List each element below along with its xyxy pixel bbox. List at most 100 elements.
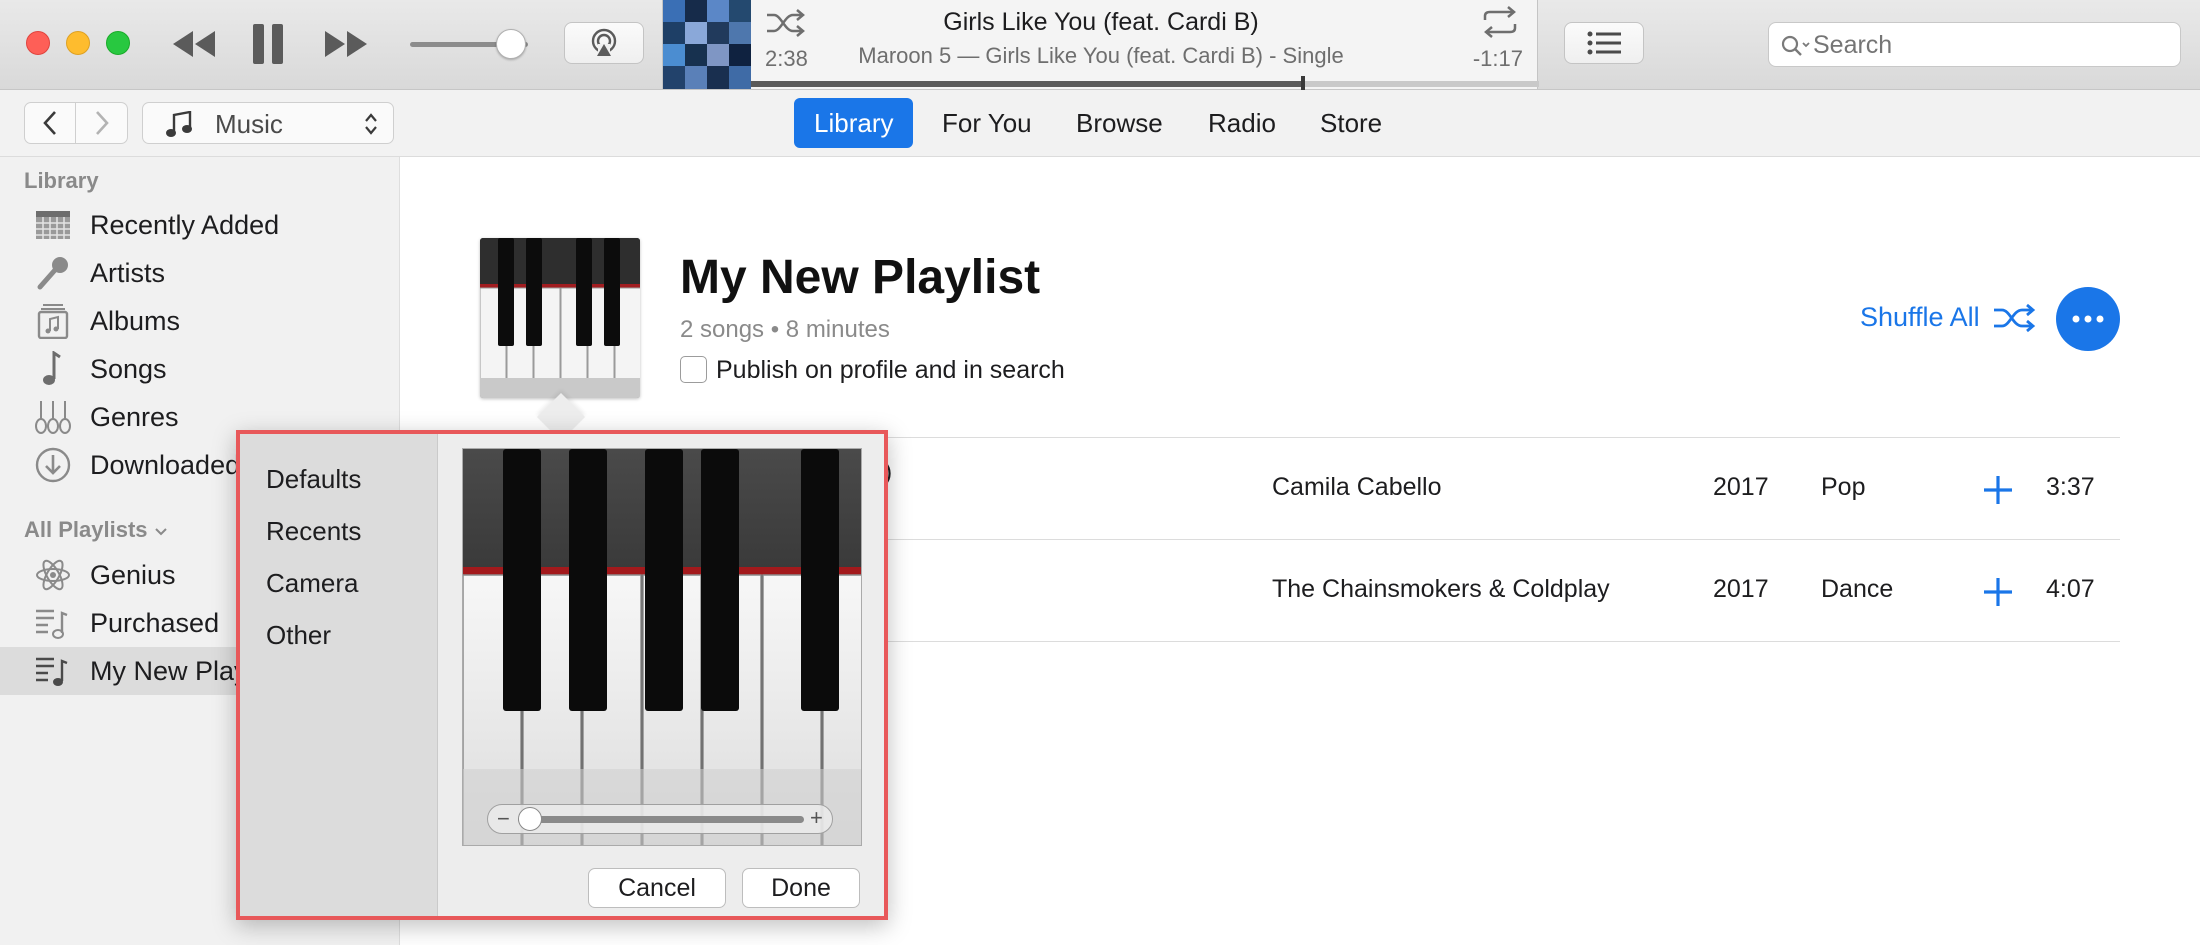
playlist-meta: 2 songs • 8 minutes bbox=[680, 316, 890, 343]
chevron-right-icon bbox=[95, 111, 109, 135]
download-icon bbox=[35, 447, 71, 483]
search-field[interactable] bbox=[1768, 22, 2181, 67]
airplay-icon bbox=[591, 28, 617, 58]
sidebar-item-label: Genius bbox=[90, 560, 176, 590]
player-toolbar: 2:38 Girls Like You (feat. Cardi B) Maro… bbox=[0, 0, 2200, 90]
forward-button[interactable] bbox=[76, 102, 128, 144]
updown-chevron-icon bbox=[365, 113, 377, 135]
volume-slider-knob[interactable] bbox=[496, 29, 526, 59]
rewind-button[interactable] bbox=[170, 24, 218, 64]
zoom-slider-bar: − + bbox=[487, 804, 833, 834]
tab-radio[interactable]: Radio bbox=[1188, 98, 1296, 148]
back-button[interactable] bbox=[24, 102, 76, 144]
now-playing-artwork[interactable] bbox=[663, 0, 751, 89]
image-picker-popover: Defaults Recents Camera Other − + Cancel… bbox=[236, 430, 888, 920]
track-duration: 3:37 bbox=[2046, 473, 2095, 501]
track-genre: Pop bbox=[1821, 473, 1866, 501]
rewind-icon bbox=[173, 31, 215, 57]
calendar-grid-icon bbox=[36, 211, 70, 239]
track-genre: Dance bbox=[1821, 575, 1894, 603]
image-source-defaults[interactable]: Defaults bbox=[266, 464, 361, 495]
zoom-window-button[interactable] bbox=[106, 31, 130, 55]
playlist-title[interactable]: My New Playlist bbox=[680, 250, 1040, 305]
sidebar-item-label: Downloaded bbox=[90, 450, 241, 480]
fast-forward-button[interactable] bbox=[322, 24, 370, 64]
publish-checkbox[interactable] bbox=[680, 356, 707, 383]
remaining-time: -1:17 bbox=[1472, 46, 1523, 71]
sidebar-item-label: Recently Added bbox=[90, 210, 280, 240]
now-playing-title: Girls Like You (feat. Cardi B) bbox=[943, 8, 1259, 36]
sidebar-item-label: Songs bbox=[90, 354, 167, 384]
add-icon[interactable] bbox=[1982, 474, 2014, 506]
chevron-down-icon bbox=[154, 528, 167, 536]
playlist-icon bbox=[36, 657, 68, 686]
search-input[interactable] bbox=[1813, 29, 2163, 61]
fast-forward-icon bbox=[325, 31, 367, 57]
playlist-artwork[interactable] bbox=[480, 238, 640, 398]
navigation-bar: Music Library For You Browse Radio Store bbox=[0, 90, 2200, 157]
guitars-icon bbox=[35, 401, 71, 434]
image-source-list: Defaults Recents Camera Other bbox=[240, 434, 438, 916]
track-year: 2017 bbox=[1713, 575, 1769, 603]
tab-library[interactable]: Library bbox=[794, 98, 914, 148]
sidebar-item-songs[interactable]: Songs bbox=[0, 345, 400, 393]
image-source-recents[interactable]: Recents bbox=[266, 516, 361, 547]
image-source-other[interactable]: Other bbox=[266, 620, 331, 651]
up-next-list-icon bbox=[1587, 31, 1621, 55]
sidebar-item-artists[interactable]: Artists bbox=[0, 249, 400, 297]
image-crop-area[interactable]: − + bbox=[462, 448, 862, 846]
shuffle-all-label: Shuffle All bbox=[1860, 302, 1980, 332]
pause-button[interactable] bbox=[248, 20, 288, 68]
chevron-left-icon bbox=[43, 111, 56, 135]
zoom-in-icon[interactable]: + bbox=[810, 805, 823, 831]
image-source-camera[interactable]: Camera bbox=[266, 568, 358, 599]
up-next-button[interactable] bbox=[1564, 22, 1644, 64]
track-year: 2017 bbox=[1713, 473, 1769, 501]
playlist-icon bbox=[36, 609, 68, 639]
sidebar-library-header: Library bbox=[24, 168, 99, 193]
ellipsis-icon bbox=[2072, 315, 2104, 323]
close-window-button[interactable] bbox=[26, 31, 50, 55]
track-artist: The Chainsmokers & Coldplay bbox=[1272, 575, 1610, 603]
sidebar-item-label: Artists bbox=[90, 258, 166, 288]
music-note-icon bbox=[43, 351, 61, 385]
airplay-button[interactable] bbox=[564, 22, 644, 64]
album-stack-icon bbox=[37, 304, 69, 339]
piano-keys-image bbox=[463, 449, 861, 845]
minimize-window-button[interactable] bbox=[66, 31, 90, 55]
zoom-slider-knob[interactable] bbox=[518, 807, 542, 831]
add-icon[interactable] bbox=[1982, 576, 2014, 608]
now-playing-subtitle: Maroon 5 — Girls Like You (feat. Cardi B… bbox=[858, 43, 1344, 68]
music-note-icon bbox=[166, 111, 192, 137]
shuffle-icon bbox=[1993, 303, 2035, 332]
playback-progress-fill bbox=[751, 81, 1303, 87]
genius-atom-icon bbox=[36, 559, 70, 591]
tab-store[interactable]: Store bbox=[1300, 98, 1402, 148]
search-icon bbox=[1781, 35, 1810, 56]
zoom-slider[interactable] bbox=[518, 816, 804, 823]
sidebar-item-albums[interactable]: Albums bbox=[0, 297, 400, 345]
zoom-out-icon[interactable]: − bbox=[497, 806, 510, 832]
cancel-button[interactable]: Cancel bbox=[588, 868, 726, 908]
repeat-toggle[interactable] bbox=[1479, 6, 1521, 43]
shuffle-all-button[interactable]: Shuffle All bbox=[1860, 302, 2036, 333]
publish-label[interactable]: Publish on profile and in search bbox=[716, 356, 1065, 385]
sidebar-item-label: Purchased bbox=[90, 608, 220, 638]
tab-browse[interactable]: Browse bbox=[1056, 98, 1183, 148]
pause-icon bbox=[253, 24, 283, 64]
more-options-button[interactable] bbox=[2056, 287, 2120, 351]
media-kind-selector[interactable]: Music bbox=[142, 102, 394, 144]
sidebar-item-label: Albums bbox=[90, 306, 181, 336]
track-artist: Camila Cabello bbox=[1272, 473, 1442, 501]
playback-progress-head[interactable] bbox=[1301, 76, 1305, 90]
sidebar-playlists-header[interactable]: All Playlists bbox=[24, 517, 168, 543]
track-duration: 4:07 bbox=[2046, 575, 2095, 603]
repeat-icon bbox=[1483, 6, 1517, 38]
tab-for-you[interactable]: For You bbox=[922, 98, 1052, 148]
sidebar-playlists-header-label: All Playlists bbox=[24, 517, 148, 542]
sidebar-item-recently-added[interactable]: Recently Added bbox=[0, 201, 400, 249]
media-kind-label: Music bbox=[215, 109, 283, 139]
done-button[interactable]: Done bbox=[742, 868, 860, 908]
sidebar-item-label: Genres bbox=[90, 402, 179, 432]
now-playing-display: 2:38 Girls Like You (feat. Cardi B) Maro… bbox=[662, 0, 1539, 90]
